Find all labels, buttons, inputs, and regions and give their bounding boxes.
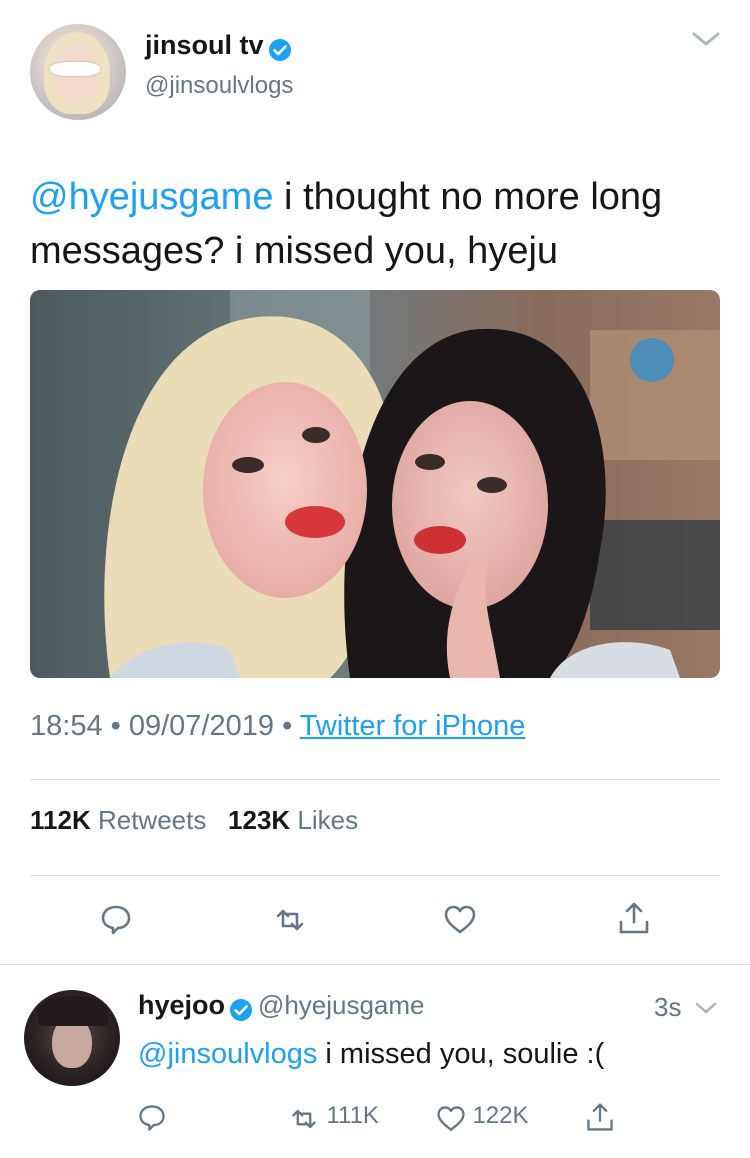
reply-handle[interactable]: @hyejusgame: [258, 990, 425, 1020]
avatar-cap: [38, 996, 108, 1026]
mention-link[interactable]: @hyejusgame: [30, 176, 273, 218]
verified-badge-icon: [268, 38, 291, 61]
divider: [0, 964, 750, 965]
meta-separator: •: [282, 710, 293, 742]
chevron-down-icon[interactable]: [690, 28, 722, 50]
tweet-meta: 18:54 • 09/07/2019 • Twitter for iPhone: [30, 710, 525, 743]
avatar[interactable]: [30, 24, 126, 120]
tweet-text: @hyejusgame i thought no more long messa…: [30, 170, 720, 278]
retweet-icon[interactable]: [272, 902, 308, 938]
divider: [30, 875, 720, 876]
verified-badge-icon: [230, 998, 253, 1021]
retweets-stat[interactable]: 112K Retweets: [30, 805, 206, 835]
like-icon[interactable]: [442, 902, 478, 938]
author-handle[interactable]: @jinsoulvlogs: [145, 72, 293, 100]
reply-body: i missed you, soulie :(: [317, 1038, 605, 1070]
reply-header: hyejoo @hyejusgame: [138, 990, 425, 1022]
meta-separator: •: [110, 710, 121, 742]
tweet-photo[interactable]: [30, 290, 720, 678]
reply-text: @jinsoulvlogs i missed you, soulie :(: [138, 1038, 604, 1071]
reply-mention-link[interactable]: @jinsoulvlogs: [138, 1038, 317, 1070]
divider: [30, 779, 720, 780]
reply-like-action[interactable]: 122K: [434, 1102, 529, 1135]
likes-count: 123K: [228, 805, 291, 835]
like-icon: [437, 1106, 465, 1131]
reply-display-name[interactable]: hyejoo: [138, 990, 225, 1020]
reply-retweet-count: 111K: [326, 1102, 379, 1129]
likes-stat[interactable]: 123K Likes: [228, 805, 358, 835]
reply-retweet-action[interactable]: 111K: [286, 1102, 379, 1135]
tweet-date: 09/07/2019: [128, 710, 275, 742]
likes-label: Likes: [297, 805, 359, 835]
share-icon[interactable]: [616, 900, 652, 936]
reply-like-count: 122K: [472, 1102, 529, 1129]
retweets-label: Retweets: [97, 805, 207, 835]
reply-avatar[interactable]: [24, 990, 120, 1086]
share-icon[interactable]: [584, 1100, 616, 1134]
tweet-stats: 112K Retweets 123K Likes: [30, 805, 358, 836]
avatar-mask: [50, 62, 100, 76]
retweet-icon: [292, 1109, 316, 1128]
reply-icon[interactable]: [98, 902, 134, 938]
chevron-down-icon[interactable]: [694, 1000, 718, 1016]
retweets-count: 112K: [30, 805, 91, 835]
tweet-time: 18:54: [30, 710, 103, 742]
photo-illustration: [30, 290, 720, 678]
reply-timestamp: 3s: [654, 992, 682, 1022]
reply-icon[interactable]: [136, 1102, 168, 1134]
author-name-row[interactable]: jinsoul tv: [145, 30, 292, 62]
tweet-source-link[interactable]: Twitter for iPhone: [300, 710, 526, 742]
display-name[interactable]: jinsoul tv: [145, 30, 264, 60]
